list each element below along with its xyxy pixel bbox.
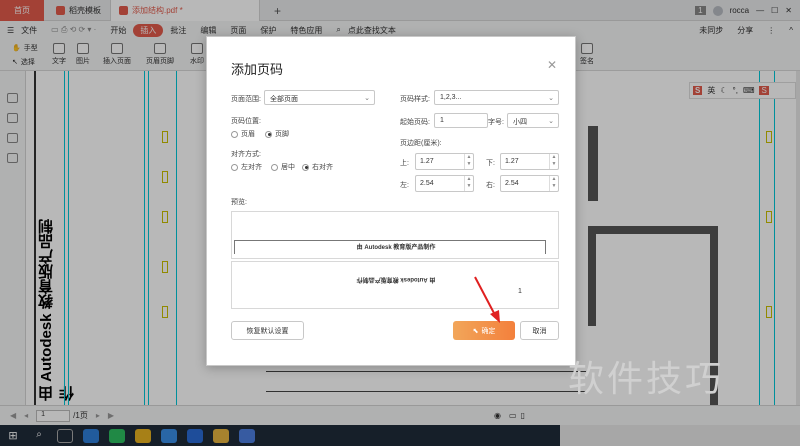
radio-align-left[interactable]: 左对齐 <box>231 162 262 172</box>
range-label: 页面范围: <box>231 96 261 103</box>
top-margin-value: 1.27 <box>420 158 434 165</box>
preview-page-top: 由 Autodesk 教育版产品制作 <box>231 211 559 259</box>
top-margin-stepper[interactable]: 1.27 ▲ ▼ <box>415 153 474 170</box>
position-label: 页码位置: <box>231 118 261 125</box>
bottom-margin-value: 1.27 <box>505 158 519 165</box>
radio-align-right-label: 右对齐 <box>312 164 333 171</box>
radio-circle <box>271 163 278 171</box>
radio-header-label: 页眉 <box>241 131 255 138</box>
font-size-label: 字号: <box>488 119 504 126</box>
right-label: 右: <box>486 182 495 189</box>
arrow-head <box>490 310 500 323</box>
range-select[interactable]: 全部页面 ⌄ <box>264 90 375 105</box>
ok-label: 确定 <box>481 327 496 335</box>
radio-footer-label: 页脚 <box>275 131 289 138</box>
font-size-value: 小四 <box>513 119 527 126</box>
cancel-button[interactable]: 取消 <box>520 321 559 340</box>
radio-circle <box>302 163 309 171</box>
font-size-select[interactable]: 小四 ⌄ <box>507 113 559 128</box>
radio-footer[interactable]: 页脚 <box>265 129 289 139</box>
close-icon[interactable]: ✕ <box>547 58 557 72</box>
style-select[interactable]: 1,2,3... ⌄ <box>434 90 559 105</box>
annotation-arrow <box>474 276 500 323</box>
radio-circle <box>231 163 238 171</box>
start-label: 起始页码: <box>400 119 430 126</box>
style-label: 页码样式: <box>400 96 430 103</box>
left-margin-stepper[interactable]: 2.54 ▲ ▼ <box>415 175 474 192</box>
style-value: 1,2,3... <box>440 94 462 101</box>
align-label: 对齐方式: <box>231 151 261 158</box>
right-margin-stepper[interactable]: 2.54 ▲ ▼ <box>500 175 559 192</box>
stepper-arrows-icon[interactable]: ▲ ▼ <box>549 154 558 169</box>
radio-align-center-label: 居中 <box>281 164 295 171</box>
preview-page-number: 1 <box>518 288 522 295</box>
radio-circle <box>265 130 272 138</box>
preview-text: 由 Autodesk 教育版产品制作 <box>356 245 436 251</box>
preview-page-bottom: 由 Autodesk 教育版产品制作 1 <box>231 261 559 309</box>
preview-text-flipped: 由 Autodesk 教育版产品制作 <box>356 276 436 282</box>
radio-align-center[interactable]: 居中 <box>271 162 295 172</box>
stepper-arrows-icon[interactable]: ▲ ▼ <box>549 176 558 191</box>
preview-label: 预览: <box>231 199 247 206</box>
radio-align-right[interactable]: 右对齐 <box>302 162 333 172</box>
chevron-down-icon: ⌄ <box>548 95 554 102</box>
site-watermark: 软件技巧 <box>568 359 725 400</box>
left-label: 左: <box>400 182 409 189</box>
cursor-icon: ⬉ <box>472 327 479 335</box>
stepper-arrows-icon[interactable]: ▲ ▼ <box>464 154 473 169</box>
bottom-label: 下: <box>486 160 495 167</box>
radio-header[interactable]: 页眉 <box>231 129 255 139</box>
left-margin-value: 2.54 <box>420 180 434 187</box>
reset-button[interactable]: 恢复默认设置 <box>231 321 304 340</box>
stepper-arrows-icon[interactable]: ▲ ▼ <box>464 176 473 191</box>
margin-label: 页边距(厘米): <box>400 140 442 147</box>
chevron-down-icon: ⌄ <box>548 118 554 125</box>
range-value: 全部页面 <box>270 96 298 103</box>
dialog-title: 添加页码 <box>231 62 284 77</box>
radio-align-left-label: 左对齐 <box>241 164 262 171</box>
start-page-input[interactable]: 1 <box>434 113 488 128</box>
right-margin-value: 2.54 <box>505 180 519 187</box>
bottom-margin-stepper[interactable]: 1.27 ▲ ▼ <box>500 153 559 170</box>
arrow-line <box>474 276 496 316</box>
chevron-down-icon: ⌄ <box>364 95 370 102</box>
radio-circle <box>231 130 238 138</box>
add-page-number-dialog: 添加页码 ✕ 页面范围: 全部页面 ⌄ 页码位置: 页眉 页脚 对齐方式: 左对齐… <box>206 36 576 366</box>
top-label: 上: <box>400 160 409 167</box>
